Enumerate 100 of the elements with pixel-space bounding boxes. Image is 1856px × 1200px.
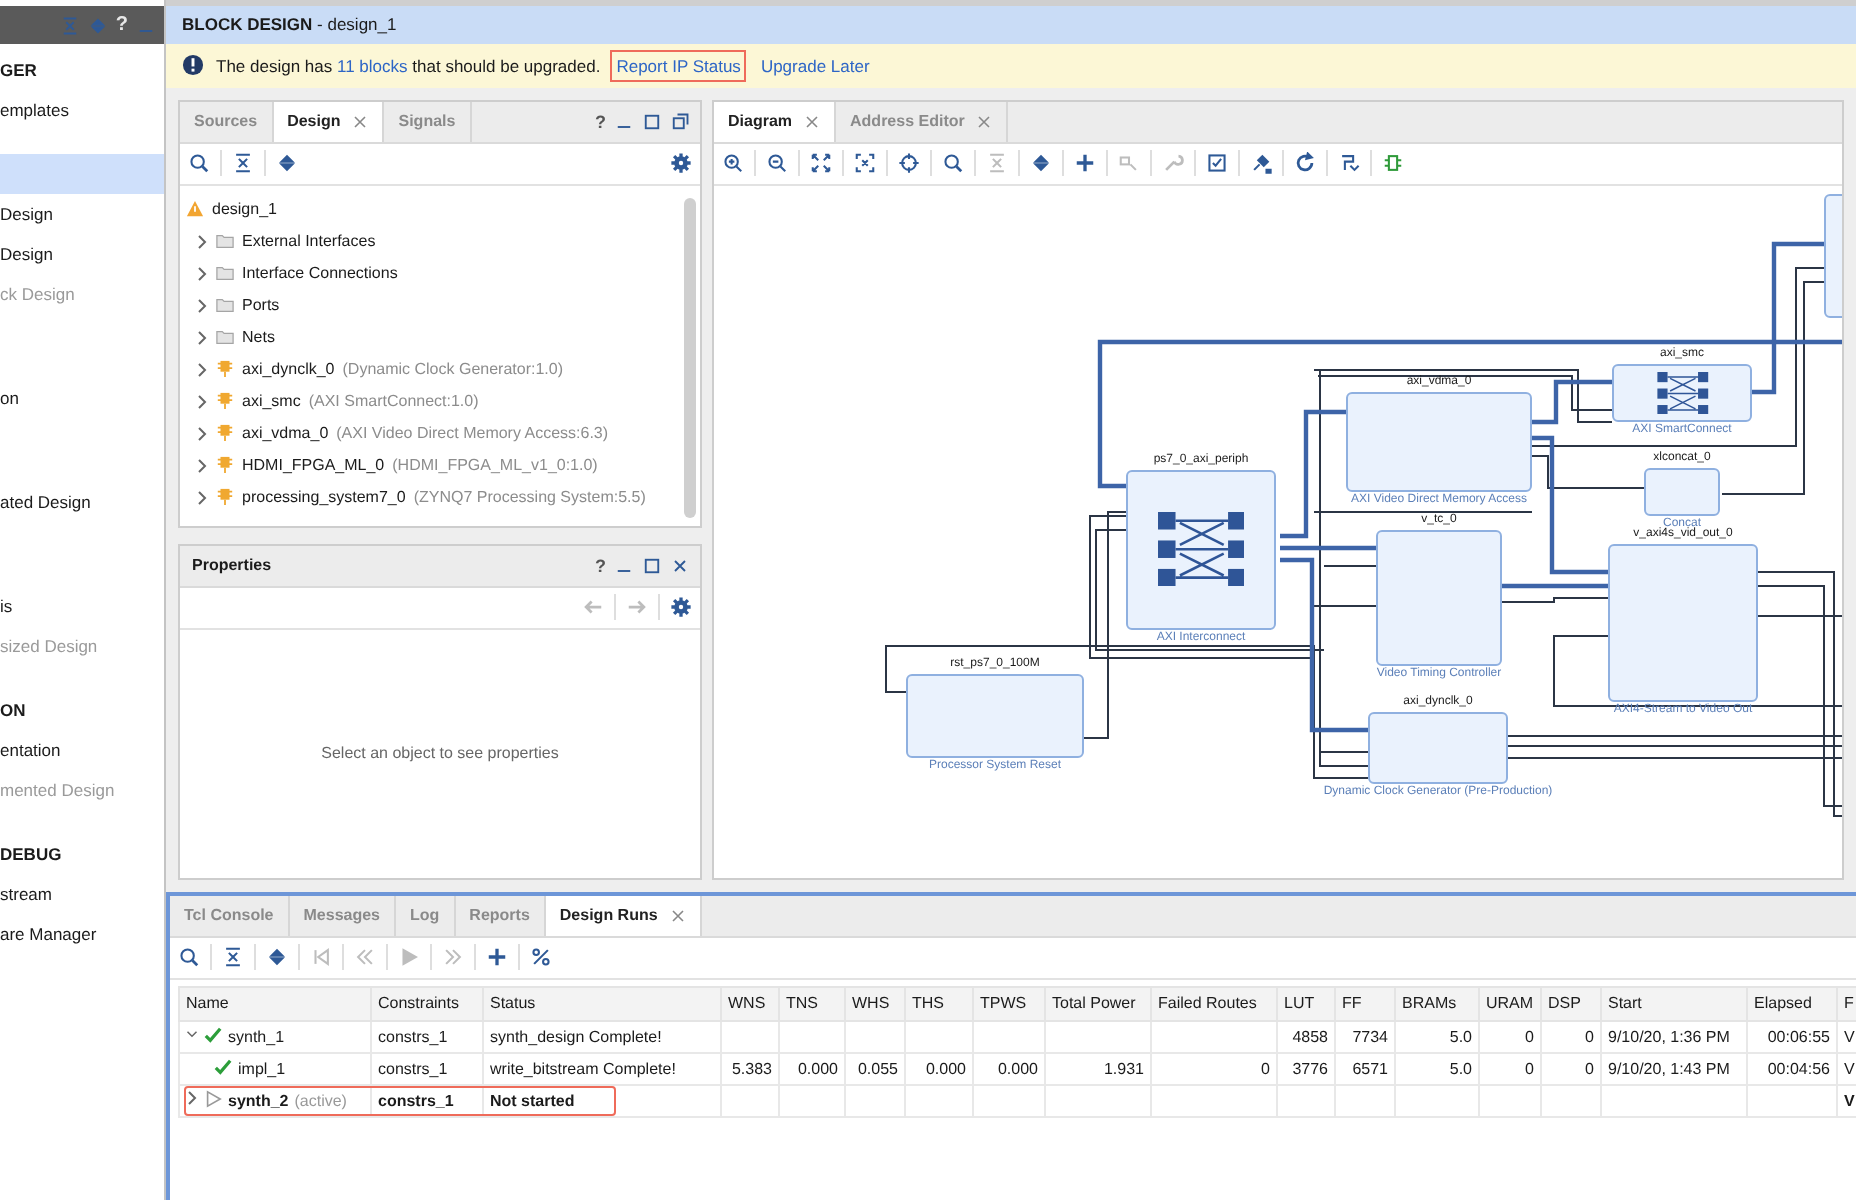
add-icon[interactable]: [1074, 152, 1096, 175]
column-header[interactable]: WHS: [845, 986, 905, 1021]
refresh-icon[interactable]: [1294, 152, 1316, 175]
zoom-out-icon[interactable]: [766, 152, 788, 175]
column-header[interactable]: BRAMs: [1395, 986, 1479, 1021]
navigator-section[interactable]: GER: [0, 50, 164, 90]
column-header[interactable]: WNS: [721, 986, 779, 1021]
column-header[interactable]: DSP: [1541, 986, 1601, 1021]
navigator-item[interactable]: are Manager: [0, 914, 164, 954]
column-header[interactable]: Total Power: [1045, 986, 1151, 1021]
table-cell: Not started: [490, 1091, 575, 1110]
column-header[interactable]: Failed Routes: [1151, 986, 1277, 1021]
navigator-item[interactable]: is: [0, 586, 164, 626]
panel-tab[interactable]: Design: [273, 101, 385, 142]
panel-tab[interactable]: Design Runs: [545, 895, 702, 936]
percent-icon[interactable]: [530, 946, 552, 969]
search-icon[interactable]: [942, 152, 964, 175]
table-cell: 6571: [1352, 1059, 1388, 1078]
column-header[interactable]: LUT: [1277, 986, 1335, 1021]
ip-block[interactable]: [1126, 469, 1276, 630]
navigator-item[interactable]: emplates: [0, 90, 164, 130]
checkbox-icon[interactable]: [1206, 152, 1228, 175]
table-cell: 1.931: [1103, 1059, 1144, 1078]
chip-icon[interactable]: [1382, 152, 1404, 175]
column-header[interactable]: Constraints: [371, 986, 483, 1021]
ip-block[interactable]: [1612, 363, 1752, 422]
run-row[interactable]: synth_2 (active) constrs_1 Not started V: [179, 1084, 1856, 1117]
search-icon[interactable]: [188, 152, 210, 175]
add-icon[interactable]: [486, 946, 508, 969]
pin-icon[interactable]: [1250, 152, 1272, 175]
tree-item[interactable]: processing_system7_0 (ZYNQ7 Processing System:5.5): [180, 481, 700, 514]
column-header[interactable]: Start: [1601, 986, 1747, 1021]
close-icon[interactable]: [352, 113, 369, 130]
navigator-section[interactable]: DEBUG: [0, 834, 164, 874]
navigator-section[interactable]: ON: [0, 690, 164, 730]
column-header[interactable]: TNS: [779, 986, 845, 1021]
settings-icon[interactable]: [670, 152, 692, 175]
column-header[interactable]: Status: [483, 986, 721, 1021]
window-title: BLOCK DESIGN - design_1: [182, 14, 397, 35]
expand-all-icon[interactable]: [266, 946, 288, 969]
crosshair-icon[interactable]: [898, 152, 920, 175]
empty-message: Select an object to see properties: [321, 744, 559, 763]
tree-item[interactable]: axi_vdma_0 (AXI Video Direct Memory Access:6.3): [180, 417, 700, 450]
column-header[interactable]: URAM: [1479, 986, 1541, 1021]
fit-to-window-icon[interactable]: [810, 152, 832, 175]
scrollbar[interactable]: [684, 197, 696, 518]
float-icon[interactable]: [670, 111, 690, 132]
chevron-down-icon[interactable]: [186, 1026, 198, 1043]
table-cell: 0.000: [797, 1059, 838, 1078]
settings-icon[interactable]: [670, 596, 692, 619]
collapse-all-icon[interactable]: [232, 152, 254, 175]
table-cell: constrs_1: [378, 1091, 454, 1110]
run-row[interactable]: impl_1 constrs_1 write_bitstream Complete! 5.383 0.000 0.055 0.000 0.000 1.931 0 3776 6571 5.0 0 0 9/10/20, 1:43 PM 00:04:56 V: [179, 1052, 1856, 1085]
tree-item[interactable]: axi_dynclk_0 (Dynamic Clock Generator:1.0): [180, 353, 700, 386]
banner-link[interactable]: Upgrade Later: [756, 51, 874, 80]
table-cell: 5.0: [1449, 1059, 1472, 1078]
layout-icon[interactable]: [1338, 152, 1360, 175]
column-header[interactable]: Name: [179, 986, 371, 1021]
navigator-item[interactable]: on: [0, 378, 164, 418]
column-header[interactable]: FF: [1335, 986, 1395, 1021]
navigator-item[interactable]: entation: [0, 730, 164, 770]
navigator-item[interactable]: Design: [0, 194, 164, 234]
close-icon[interactable]: [669, 907, 686, 924]
tree-item[interactable]: HDMI_FPGA_ML_0 (HDMI_FPGA_ML_v1_0:1.0): [180, 449, 700, 482]
tree-item[interactable]: Nets: [180, 321, 700, 354]
navigator-item[interactable]: ated Design: [0, 482, 164, 522]
expand-all-icon[interactable]: [1030, 152, 1052, 175]
close-icon[interactable]: [804, 113, 821, 130]
collapse-all-icon[interactable]: [222, 946, 244, 969]
maximize-icon[interactable]: [642, 555, 662, 576]
tree-item[interactable]: External Interfaces: [180, 225, 700, 258]
column-header[interactable]: TPWS: [973, 986, 1045, 1021]
table-cell: 0: [1525, 1027, 1534, 1046]
tree-item[interactable]: axi_smc (AXI SmartConnect:1.0): [180, 385, 700, 418]
run-name: synth_2: [228, 1091, 289, 1110]
navigator-item[interactable]: Design: [0, 234, 164, 274]
ip-block-icon: [216, 456, 234, 475]
panel-tab[interactable]: Diagram: [714, 101, 837, 142]
help-icon[interactable]: ?: [595, 555, 606, 576]
close-icon[interactable]: [670, 555, 690, 576]
tree-item[interactable]: design_1: [180, 193, 700, 226]
help-icon[interactable]: ?: [115, 14, 128, 36]
zoom-in-icon[interactable]: [722, 152, 744, 175]
navigator-item[interactable]: stream: [0, 874, 164, 914]
close-icon[interactable]: [976, 113, 993, 130]
chevron-right-icon[interactable]: [186, 1090, 198, 1107]
help-icon[interactable]: ?: [595, 111, 606, 132]
banner-link[interactable]: Report IP Status: [612, 51, 745, 80]
column-header[interactable]: THS: [905, 986, 973, 1021]
tree-item[interactable]: Ports: [180, 289, 700, 322]
tree-item[interactable]: Interface Connections: [180, 257, 700, 290]
table-cell: synth_design Complete!: [490, 1027, 662, 1046]
maximize-icon[interactable]: [642, 111, 662, 132]
run-name: impl_1: [238, 1059, 286, 1078]
fit-selection-icon[interactable]: [854, 152, 876, 175]
column-header[interactable]: Elapsed: [1747, 986, 1837, 1021]
run-row[interactable]: synth_1 constrs_1 synth_design Complete! 4858 7734 5.0 0 0 9/10/20, 1:36 PM 00:06:55 V: [179, 1020, 1856, 1053]
blocks-link[interactable]: 11 blocks: [337, 55, 408, 76]
search-icon[interactable]: [178, 946, 200, 969]
expand-all-icon[interactable]: [276, 152, 298, 175]
